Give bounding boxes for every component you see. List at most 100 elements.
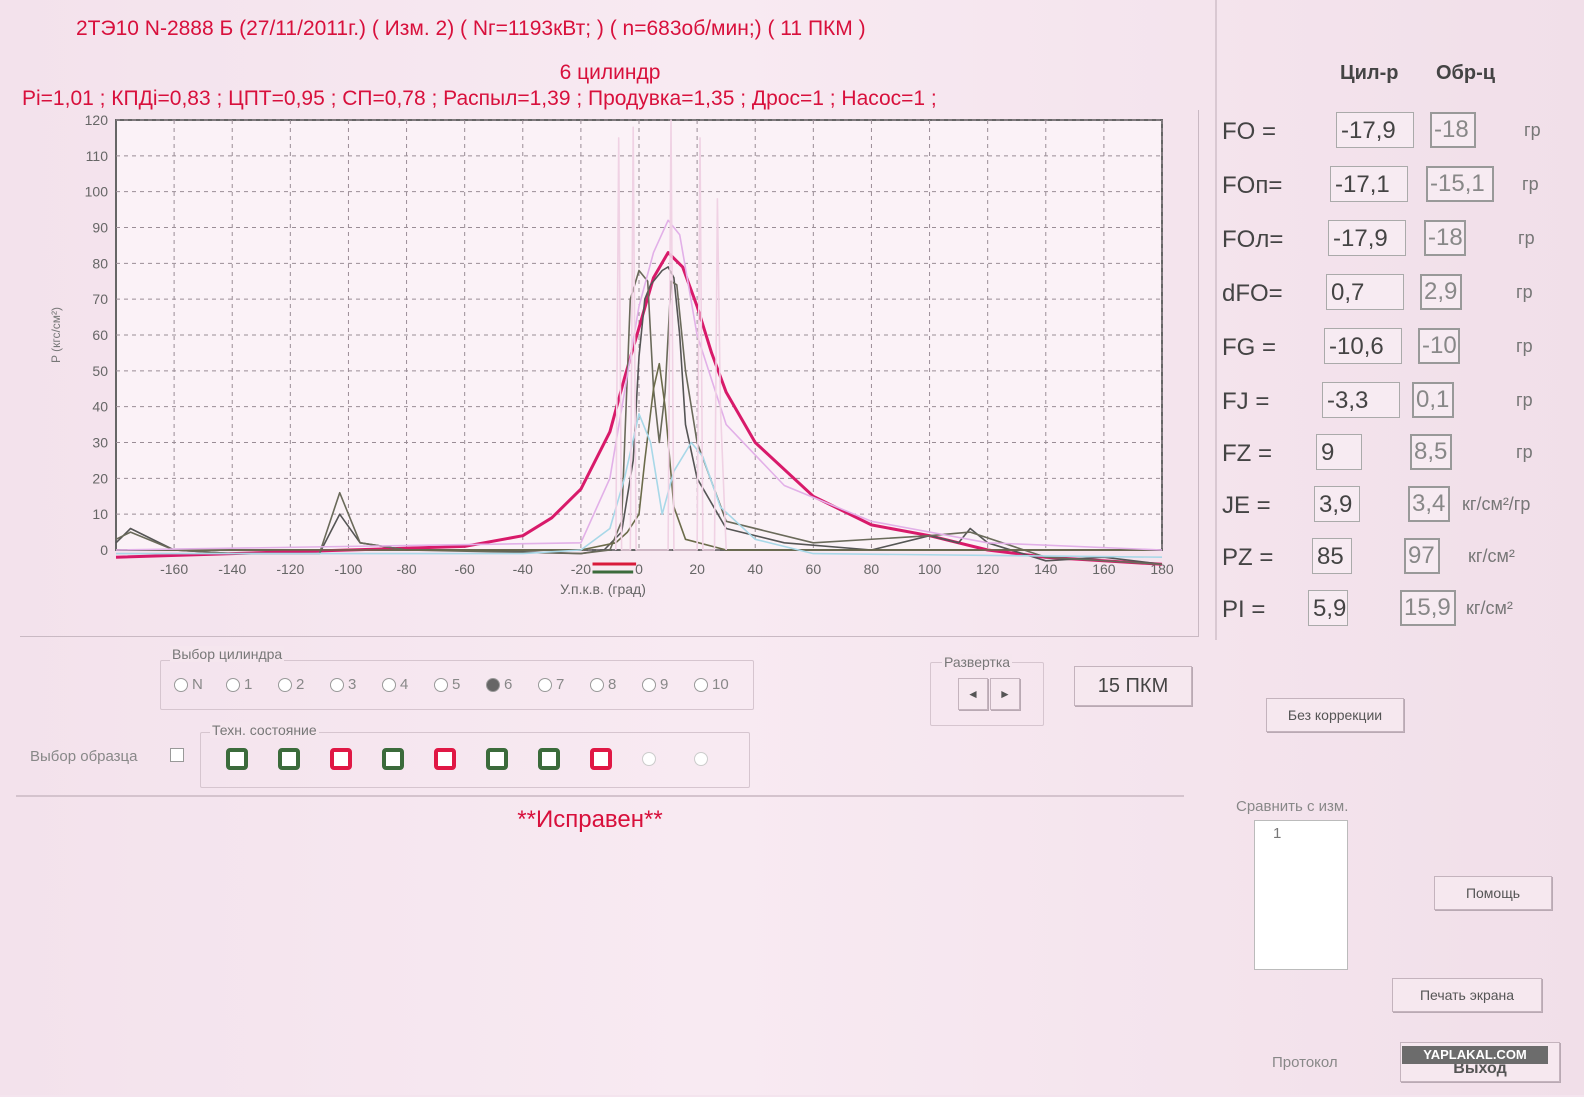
x-tick-label: 100	[918, 561, 942, 577]
tech-state-led	[226, 748, 248, 770]
cylinder-radio-2[interactable]: 2	[278, 676, 304, 693]
y-tick-label: 120	[85, 112, 109, 128]
param-value-sample: 2,9	[1420, 274, 1462, 310]
cylinder-radio-4[interactable]: 4	[382, 676, 408, 693]
y-tick-label: 110	[86, 148, 109, 164]
radio-circle[interactable]	[226, 678, 240, 693]
compare-list[interactable]: 1	[1254, 820, 1348, 970]
param-value-cylinder: -17,1	[1330, 166, 1408, 202]
cylinder-radio-10[interactable]: 10	[694, 676, 729, 693]
x-tick-label: 40	[747, 561, 763, 577]
cylinder-radio-8[interactable]: 8	[590, 676, 616, 693]
cylinder-radio-7[interactable]: 7	[538, 676, 564, 693]
radio-label: 6	[504, 676, 513, 693]
column-header-sample: Обр-ц	[1436, 62, 1496, 84]
radio-circle[interactable]	[486, 678, 500, 693]
tech-state-led	[434, 748, 456, 770]
radio-circle[interactable]	[642, 678, 656, 693]
param-value-sample: 97	[1404, 538, 1440, 574]
cylinder-radio-5[interactable]: 5	[434, 676, 460, 693]
param-unit: гр	[1516, 442, 1533, 462]
print-screen-button[interactable]: Печать экрана	[1392, 978, 1542, 1012]
x-tick-label: -140	[218, 561, 246, 577]
help-button[interactable]: Помощь	[1434, 876, 1552, 910]
y-tick-label: 70	[92, 291, 108, 307]
param-value-cylinder: 5,9	[1308, 590, 1348, 626]
tech-state-led	[590, 748, 612, 770]
radio-label: 10	[712, 676, 729, 693]
param-row: FOл= -17,9 -18 гр	[1222, 220, 1562, 260]
x-tick-label: -20	[571, 561, 591, 577]
cylinder-select-label: Выбор цилиндра	[170, 646, 285, 662]
param-row: FJ = -3,3 0,1 гр	[1222, 382, 1562, 422]
param-unit: кг/см²	[1466, 598, 1513, 618]
radio-circle[interactable]	[174, 678, 188, 693]
watermark: YAPLAKAL.COM	[1402, 1046, 1548, 1064]
header-line-2: 6 цилиндр	[559, 61, 661, 84]
radio-label: 9	[660, 676, 669, 693]
x-tick-label: 80	[864, 561, 880, 577]
radio-circle[interactable]	[434, 678, 448, 693]
radio-circle[interactable]	[330, 678, 344, 693]
sample-select-checkbox[interactable]	[170, 748, 184, 762]
y-tick-label: 30	[92, 435, 108, 451]
x-tick-label: 0	[635, 561, 643, 577]
status-text: **Исправен**	[517, 806, 663, 833]
radio-circle[interactable]	[590, 678, 604, 693]
sweep-right-button[interactable]: ►	[990, 678, 1020, 710]
param-value-sample: -18	[1430, 112, 1476, 148]
cylinder-radio-1[interactable]: 1	[226, 676, 252, 693]
radio-label: 3	[348, 676, 357, 693]
x-axis-label: У.п.к.в. (град)	[560, 581, 646, 597]
param-unit: кг/см²/гр	[1462, 494, 1531, 514]
param-value-cylinder: -17,9	[1336, 112, 1414, 148]
param-label: FO =	[1222, 118, 1277, 145]
param-unit: гр	[1522, 174, 1539, 194]
compare-list-item[interactable]: 1	[1255, 821, 1347, 842]
protocol-label: Протокол	[1272, 1054, 1338, 1071]
radio-circle[interactable]	[278, 678, 292, 693]
radio-circle[interactable]	[694, 678, 708, 693]
x-tick-label: -80	[396, 561, 416, 577]
radio-circle[interactable]	[382, 678, 396, 693]
param-value-sample: 8,5	[1410, 434, 1452, 470]
y-tick-label: 50	[92, 363, 108, 379]
cylinder-radio-3[interactable]: 3	[330, 676, 356, 693]
x-tick-label: 160	[1092, 561, 1116, 577]
x-tick-label: -60	[455, 561, 475, 577]
param-unit: гр	[1524, 120, 1541, 140]
param-value-cylinder: -17,9	[1328, 220, 1406, 256]
radio-label: 5	[452, 676, 461, 693]
tech-state-led	[330, 748, 352, 770]
status-pane	[16, 795, 1184, 1097]
y-tick-label: 0	[100, 542, 108, 558]
y-tick-label: 90	[92, 220, 108, 236]
tech-state-label: Техн. состояние	[210, 722, 319, 738]
pressure-chart: -160 -140 -120 -100 -80 -60 -40 -20 0 20 40 60 80 100…	[49, 112, 1174, 597]
param-row: FOп= -17,1 -15,1 гр	[1222, 166, 1562, 206]
no-correction-button[interactable]: Без коррекции	[1266, 698, 1404, 732]
param-value-sample: -15,1	[1426, 166, 1494, 202]
param-label: FZ =	[1222, 440, 1273, 467]
param-label: JE =	[1222, 492, 1271, 519]
x-tick-label: -40	[513, 561, 533, 577]
x-tick-label: -160	[160, 561, 188, 577]
cylinder-radio-N[interactable]: N	[174, 676, 203, 693]
cylinder-radio-9[interactable]: 9	[642, 676, 668, 693]
radio-label: 8	[608, 676, 617, 693]
param-value-sample: 15,9	[1400, 590, 1456, 626]
cylinder-radio-6[interactable]: 6	[486, 676, 512, 693]
param-unit: гр	[1516, 282, 1533, 302]
x-tick-label: -120	[276, 561, 304, 577]
param-value-cylinder: -3,3	[1322, 382, 1400, 418]
radio-circle[interactable]	[538, 678, 552, 693]
param-unit: гр	[1516, 390, 1533, 410]
y-tick-label: 10	[92, 506, 108, 522]
app-window: 2ТЭ10 N-2888 Б (27/11/2011г.) ( Изм. 2) …	[0, 0, 1584, 1095]
x-tick-label: 20	[689, 561, 705, 577]
sweep-label: Развертка	[942, 654, 1013, 670]
param-value-sample: -18	[1424, 220, 1466, 256]
sweep-left-button[interactable]: ◄	[958, 678, 988, 710]
plot-frame: -160 -140 -120 -100 -80 -60 -40 -20 0 20 40 60 80 100…	[20, 110, 1199, 637]
pkm-button[interactable]: 15 ПКМ	[1074, 666, 1192, 706]
